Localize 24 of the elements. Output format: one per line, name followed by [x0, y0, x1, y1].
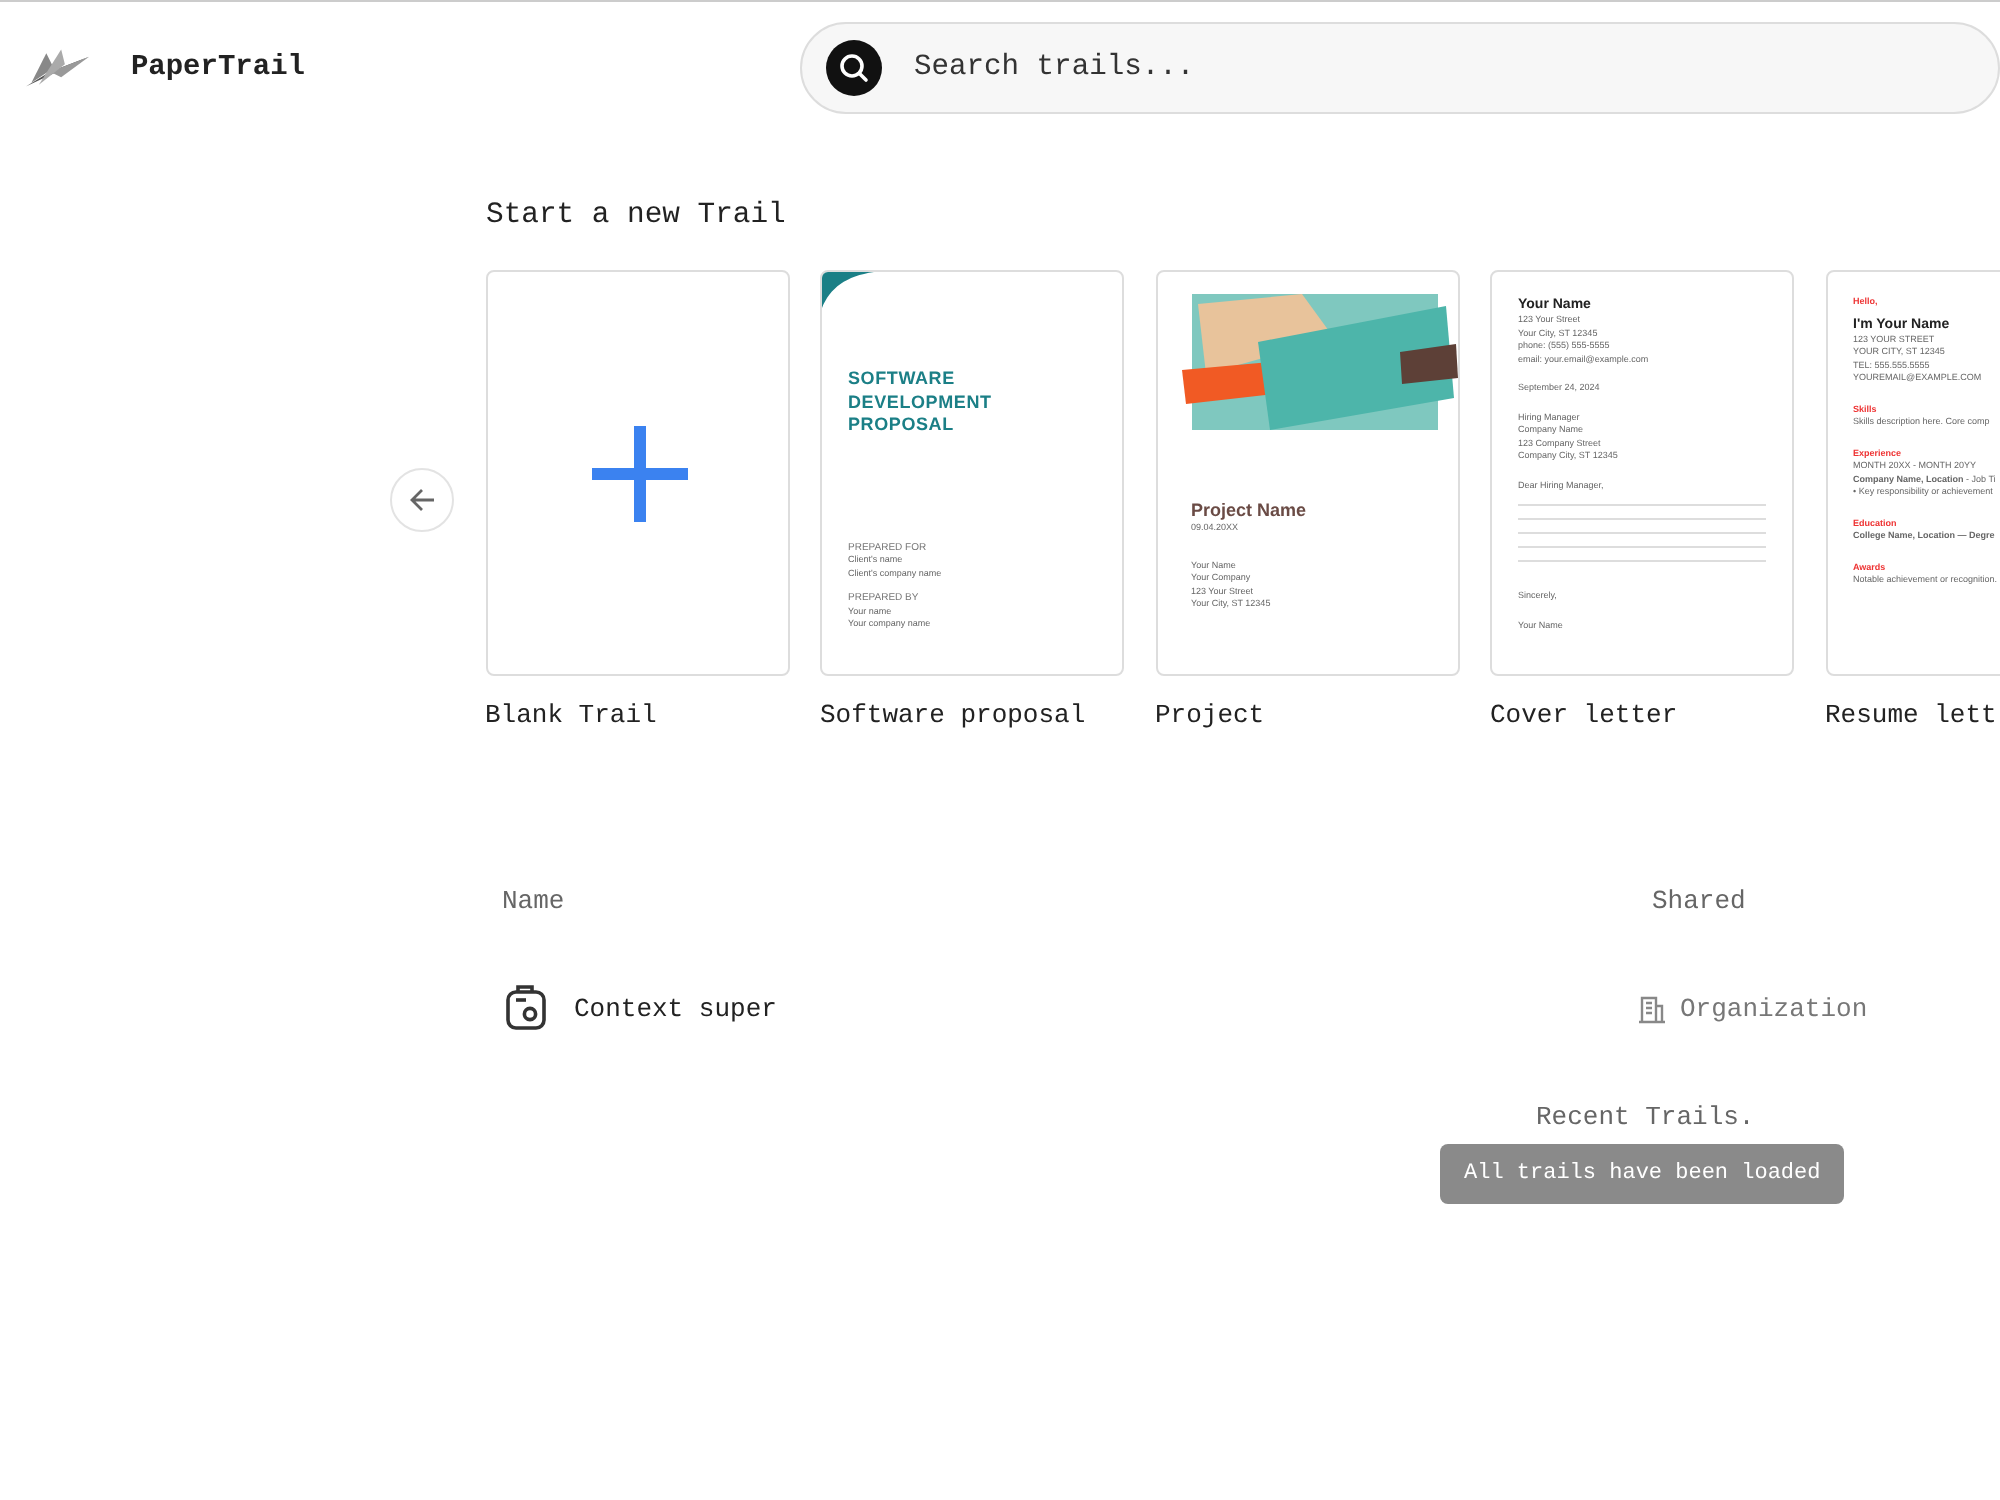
- file-icon: [502, 984, 550, 1032]
- section-title: Start a new Trail: [486, 200, 786, 232]
- back-button[interactable]: [390, 468, 454, 532]
- arrow-left-icon: [408, 486, 436, 514]
- template-label: Project: [1155, 700, 1265, 730]
- document-title: SOFTWARE DEVELOPMENT PROPOSAL: [848, 368, 994, 437]
- template-label: Resume lett: [1825, 700, 1997, 730]
- column-header: Name: [502, 886, 565, 916]
- corner-drawing: [822, 272, 874, 308]
- template-card[interactable]: [1490, 270, 1794, 676]
- search-icon[interactable]: [826, 39, 882, 95]
- template-label: Software proposal: [820, 700, 1086, 730]
- app-name: PaperTrail: [130, 51, 307, 83]
- building-icon: [1636, 992, 1668, 1024]
- document-title: Project Name: [1191, 498, 1307, 522]
- search-field[interactable]: Search trails...: [800, 21, 2000, 113]
- toast-message: All trails have been loaded: [1440, 1144, 1845, 1204]
- column-header: Shared: [1652, 886, 1746, 916]
- shared-text: Organization: [1680, 993, 1868, 1023]
- status-text: Recent Trails.: [1536, 1102, 1755, 1132]
- template-label: Blank Trail: [485, 700, 657, 730]
- template-label: Cover letter: [1490, 700, 1678, 730]
- trail-name[interactable]: Context super: [574, 993, 777, 1023]
- plus-icon: [591, 426, 687, 522]
